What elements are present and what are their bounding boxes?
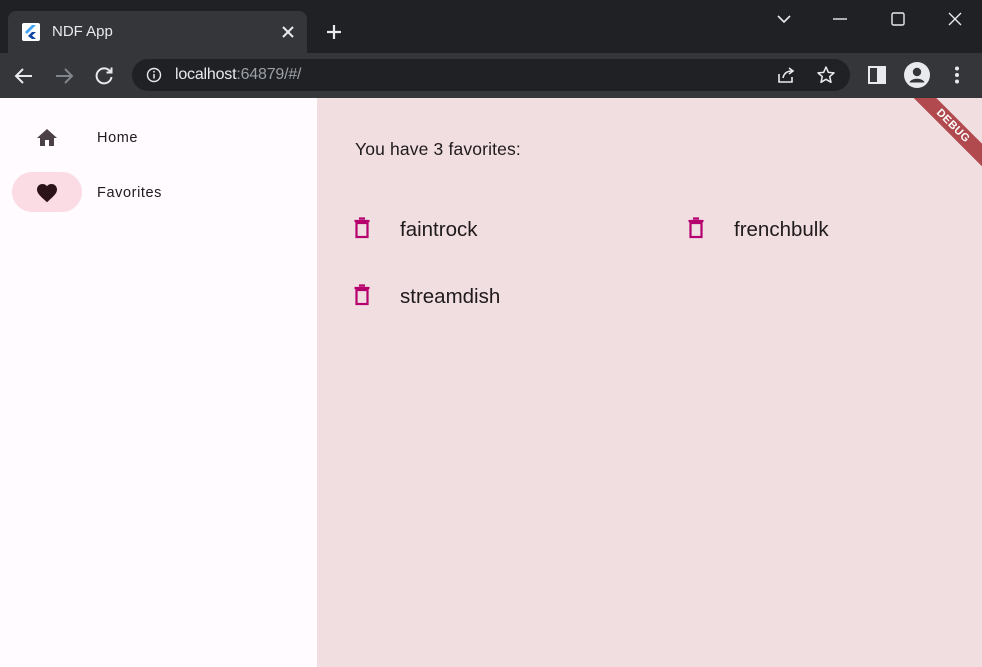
browser-toolbar: localhost:64879/#/ (0, 53, 982, 98)
tab-search-chevron-icon[interactable] (773, 8, 795, 30)
app-page: Home Favorites You have 3 favorites: fai… (0, 98, 982, 667)
navigation-rail: Home Favorites (0, 98, 317, 667)
home-icon (35, 126, 59, 150)
favorites-count-text: You have 3 favorites: (355, 139, 521, 159)
more-vert-icon[interactable] (945, 63, 969, 87)
forward-arrow-icon[interactable] (52, 64, 76, 88)
browser-titlebar: NDF App (0, 0, 982, 53)
rail-item-favorites[interactable]: Favorites (0, 164, 317, 220)
window-close-icon[interactable] (944, 8, 966, 30)
maximize-icon[interactable] (887, 8, 909, 30)
browser-tab[interactable]: NDF App (8, 11, 307, 53)
heart-icon (35, 181, 59, 205)
back-arrow-icon[interactable] (12, 64, 36, 88)
rail-item-label: Home (97, 130, 139, 146)
trash-icon[interactable] (350, 216, 374, 240)
favorites-page: You have 3 favorites: faintrock frenchbu… (317, 98, 982, 667)
rail-item-home[interactable]: Home (0, 109, 317, 165)
side-panel-icon[interactable] (865, 63, 889, 87)
profile-icon[interactable] (904, 62, 930, 88)
favorite-word: streamdish (400, 285, 501, 308)
url-text[interactable]: localhost:64879/#/ (175, 66, 301, 84)
trash-icon[interactable] (684, 216, 708, 240)
close-icon[interactable] (278, 22, 298, 42)
tab-title: NDF App (52, 23, 113, 40)
favorite-item: faintrock (350, 212, 670, 252)
rail-item-label: Favorites (97, 185, 163, 201)
favorite-item: streamdish (350, 279, 670, 319)
favorite-item: frenchbulk (684, 212, 982, 252)
plus-icon[interactable] (322, 20, 346, 44)
flutter-icon (22, 23, 40, 41)
favorite-word: frenchbulk (734, 218, 829, 241)
trash-icon[interactable] (350, 283, 374, 307)
minimize-icon[interactable] (829, 8, 851, 30)
star-icon[interactable] (815, 64, 837, 86)
info-icon[interactable] (146, 67, 162, 83)
url-path: :64879/#/ (236, 66, 302, 83)
share-icon[interactable] (775, 64, 797, 86)
favorite-word: faintrock (400, 218, 478, 241)
reload-icon[interactable] (92, 64, 116, 88)
address-bar[interactable]: localhost:64879/#/ (132, 59, 850, 91)
url-host: localhost (175, 66, 237, 83)
